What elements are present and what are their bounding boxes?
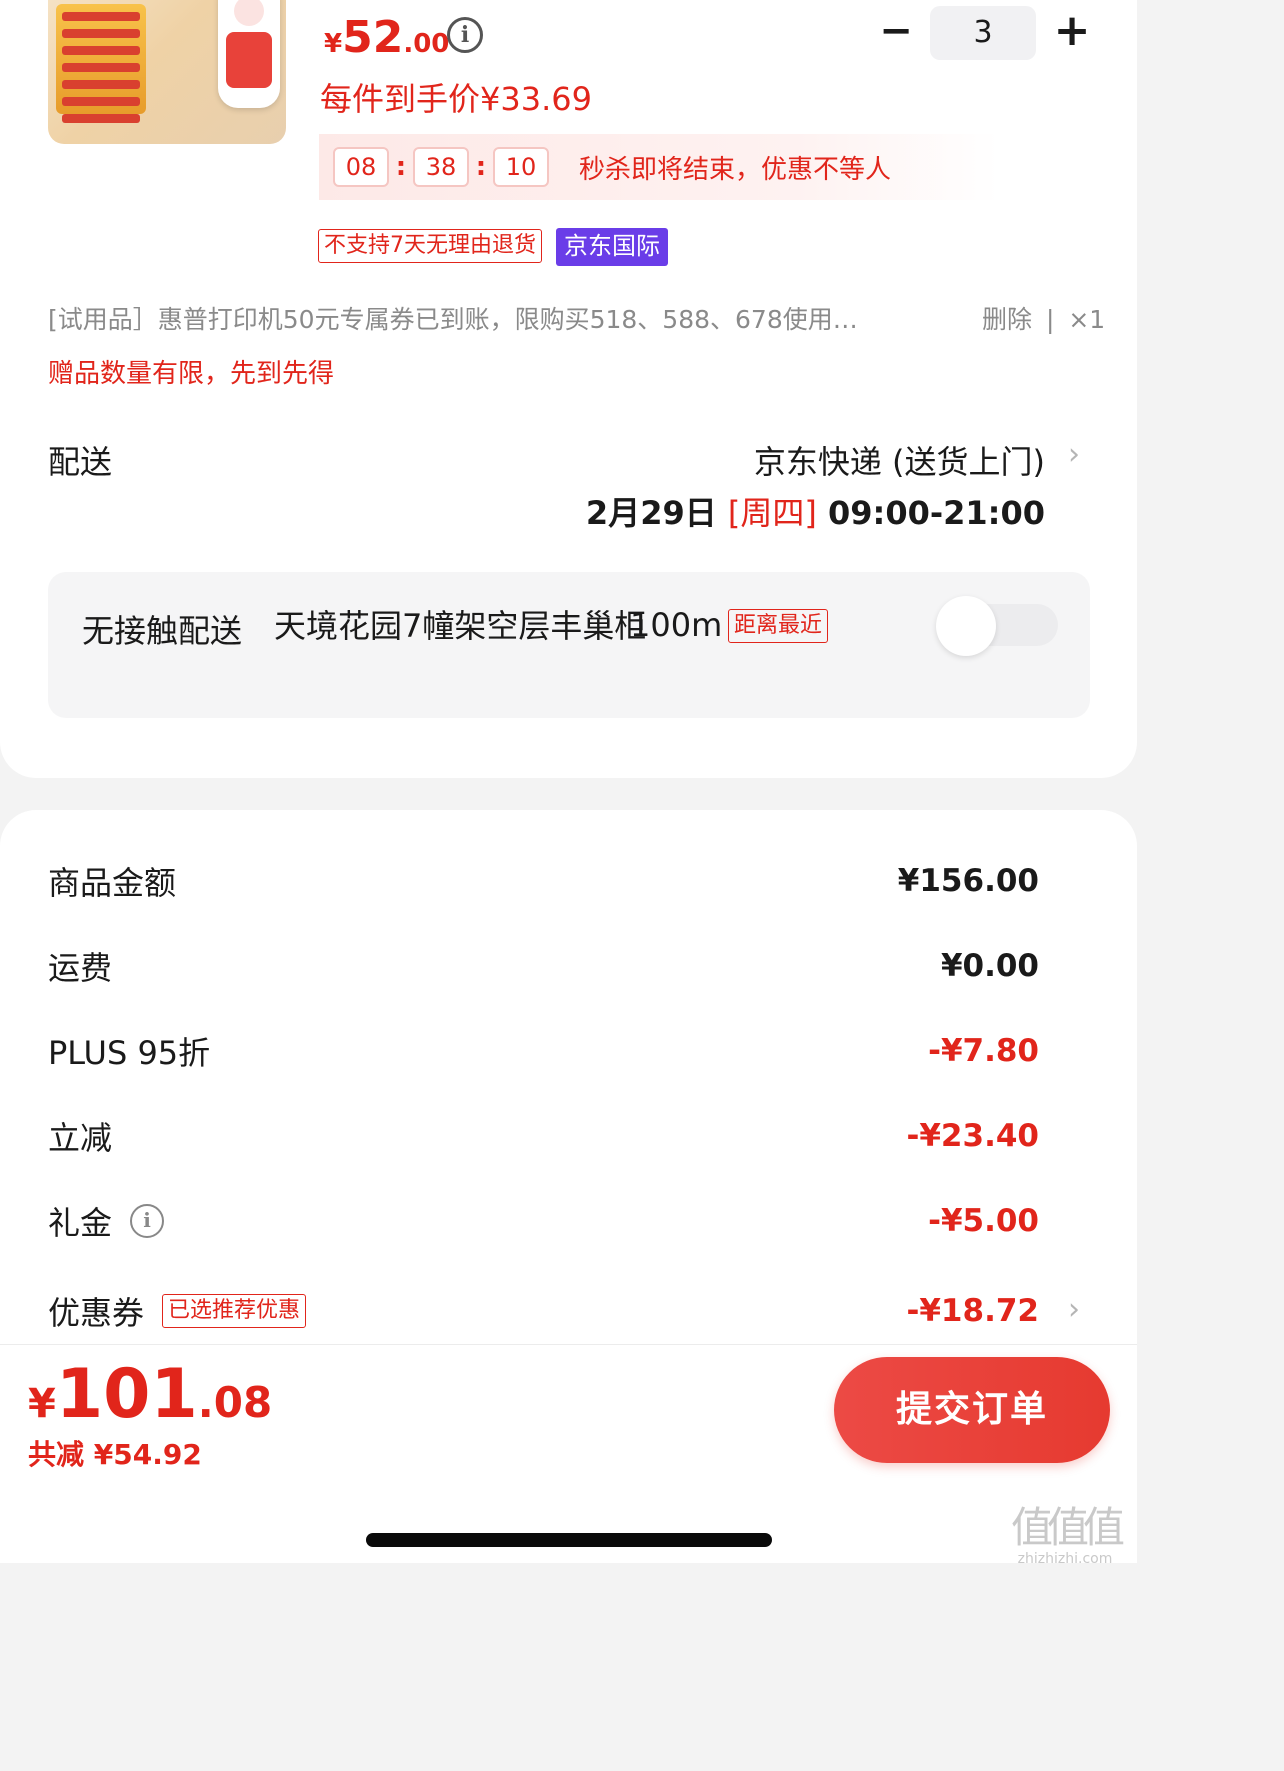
shipping-date: 2月29日 <box>585 494 717 532</box>
summary-label-wrap: 礼金 i <box>48 1198 165 1244</box>
summary-row-coupon[interactable]: 优惠券 已选推荐优惠 -¥18.72 <box>48 1286 1039 1336</box>
home-indicator-area: 值值值 zhizhizhi.com <box>0 1478 1137 1567</box>
jd-international-tag: 京东国际 <box>556 228 668 266</box>
gift-divider: | <box>1045 305 1055 334</box>
locker-distance: 100m <box>630 606 723 644</box>
gift-limited-note: 赠品数量有限，先到先得 <box>48 359 335 389</box>
shipping-weekday: [周四] <box>727 494 817 532</box>
product-price: ¥ 52 .00 <box>324 12 449 63</box>
promo-banner-image <box>56 4 146 123</box>
summary-label: 商品金额 <box>48 864 177 902</box>
total-saved: 共减 ¥54.92 <box>28 1438 202 1471</box>
summary-row-goods: 商品金额 ¥156.00 <box>48 856 1039 906</box>
total-decimal: .08 <box>197 1378 273 1427</box>
watermark-logo: 值值值 zhizhizhi.com <box>998 1494 1132 1567</box>
summary-label: 运费 <box>48 949 113 987</box>
product-thumbnail[interactable] <box>48 0 286 144</box>
summary-label: 礼金 <box>48 1204 113 1242</box>
quantity-input[interactable]: 3 <box>930 6 1036 60</box>
countdown-hours: 08 <box>333 147 389 187</box>
gift-item-text: [试用品］惠普打印机50元专属券已到账，限购买518、588、678使用… <box>48 305 858 334</box>
order-confirm-page: ¥ 52 .00 i − 3 + 每件到手价¥33.69 08 : 38 : 1… <box>0 0 1137 1567</box>
home-indicator[interactable] <box>366 1533 772 1547</box>
summary-value: ¥0.00 <box>940 948 1039 984</box>
summary-label: 优惠券 <box>48 1294 145 1332</box>
price-integer: 52 <box>342 12 404 63</box>
contactless-label: 无接触配送 <box>82 612 243 650</box>
contactless-toggle[interactable] <box>936 596 1058 656</box>
quantity-increase-button[interactable]: + <box>1052 8 1092 58</box>
summary-label-wrap: 优惠券 已选推荐优惠 <box>48 1288 307 1334</box>
summary-value: -¥18.72 <box>906 1293 1040 1329</box>
summary-row-discount: 立减 -¥23.40 <box>48 1111 1039 1161</box>
price-info-icon[interactable]: i <box>447 17 483 53</box>
shipping-time-window: 09:00-21:00 <box>828 494 1045 532</box>
bottle-image <box>218 0 280 108</box>
submit-order-button[interactable]: 提交订单 <box>834 1357 1110 1463</box>
summary-row-plus: PLUS 95折 -¥7.80 <box>48 1026 1039 1076</box>
checkout-bar: ¥ 101 .08 共减 ¥54.92 提交订单 <box>0 1344 1137 1478</box>
shipping-chevron-icon[interactable]: › <box>1068 437 1080 472</box>
summary-row-gift-money: 礼金 i -¥5.00 <box>48 1196 1039 1246</box>
summary-value: ¥156.00 <box>897 863 1039 899</box>
summary-value: -¥7.80 <box>928 1033 1039 1069</box>
shipping-label: 配送 <box>48 443 113 481</box>
countdown-seconds: 10 <box>493 147 549 187</box>
watermark-text: 值值值 <box>1010 1503 1125 1552</box>
price-currency: ¥ <box>324 29 343 59</box>
summary-value: -¥23.40 <box>906 1118 1040 1154</box>
gift-money-info-icon[interactable]: i <box>130 1204 165 1238</box>
toggle-knob <box>936 596 996 656</box>
summary-label: 立减 <box>48 1119 113 1157</box>
total-currency: ¥ <box>28 1381 56 1427</box>
total-integer: 101 <box>55 1355 198 1434</box>
summary-label: PLUS 95折 <box>48 1034 211 1072</box>
gift-delete-button[interactable]: 删除 <box>982 305 1032 334</box>
order-total: ¥ 101 .08 <box>28 1355 272 1434</box>
shipping-time[interactable]: 2月29日 [周四] 09:00-21:00 <box>586 488 1045 534</box>
countdown-minutes: 38 <box>413 147 469 187</box>
coupon-chevron-icon[interactable]: › <box>1068 1292 1080 1327</box>
summary-row-shipping: 运费 ¥0.00 <box>48 941 1039 991</box>
price-decimal: .00 <box>403 29 450 59</box>
summary-value: -¥5.00 <box>928 1203 1039 1239</box>
quantity-decrease-button[interactable]: − <box>876 8 916 58</box>
product-tags: 不支持7天无理由退货 京东国际 <box>318 228 668 266</box>
no-return-tag: 不支持7天无理由退货 <box>318 229 542 263</box>
gift-count: ×1 <box>1068 305 1106 334</box>
price-summary-card: 商品金额 ¥156.00 运费 ¥0.00 PLUS 95折 -¥7.80 立减… <box>0 810 1137 1370</box>
countdown-separator: : <box>475 152 487 182</box>
product-card: ¥ 52 .00 i − 3 + 每件到手价¥33.69 08 : 38 : 1… <box>0 0 1137 778</box>
coupon-selected-tag: 已选推荐优惠 <box>162 1294 307 1328</box>
countdown-message: 秒杀即将结束，优惠不等人 <box>579 154 892 185</box>
countdown-separator: : <box>395 152 407 182</box>
watermark-url: zhizhizhi.com <box>1017 1551 1113 1567</box>
contactless-delivery-panel: 无接触配送 天境花园7幢架空层丰巢柜 100m 距离最近 <box>48 572 1090 718</box>
flash-sale-countdown: 08 : 38 : 10 秒杀即将结束，优惠不等人 <box>319 134 999 200</box>
shipping-method[interactable]: 京东快递 (送货上门) <box>754 437 1045 483</box>
nearest-tag: 距离最近 <box>728 609 829 643</box>
unit-price-label: 每件到手价¥33.69 <box>320 80 592 118</box>
gift-actions: 删除 | ×1 <box>982 300 1105 336</box>
